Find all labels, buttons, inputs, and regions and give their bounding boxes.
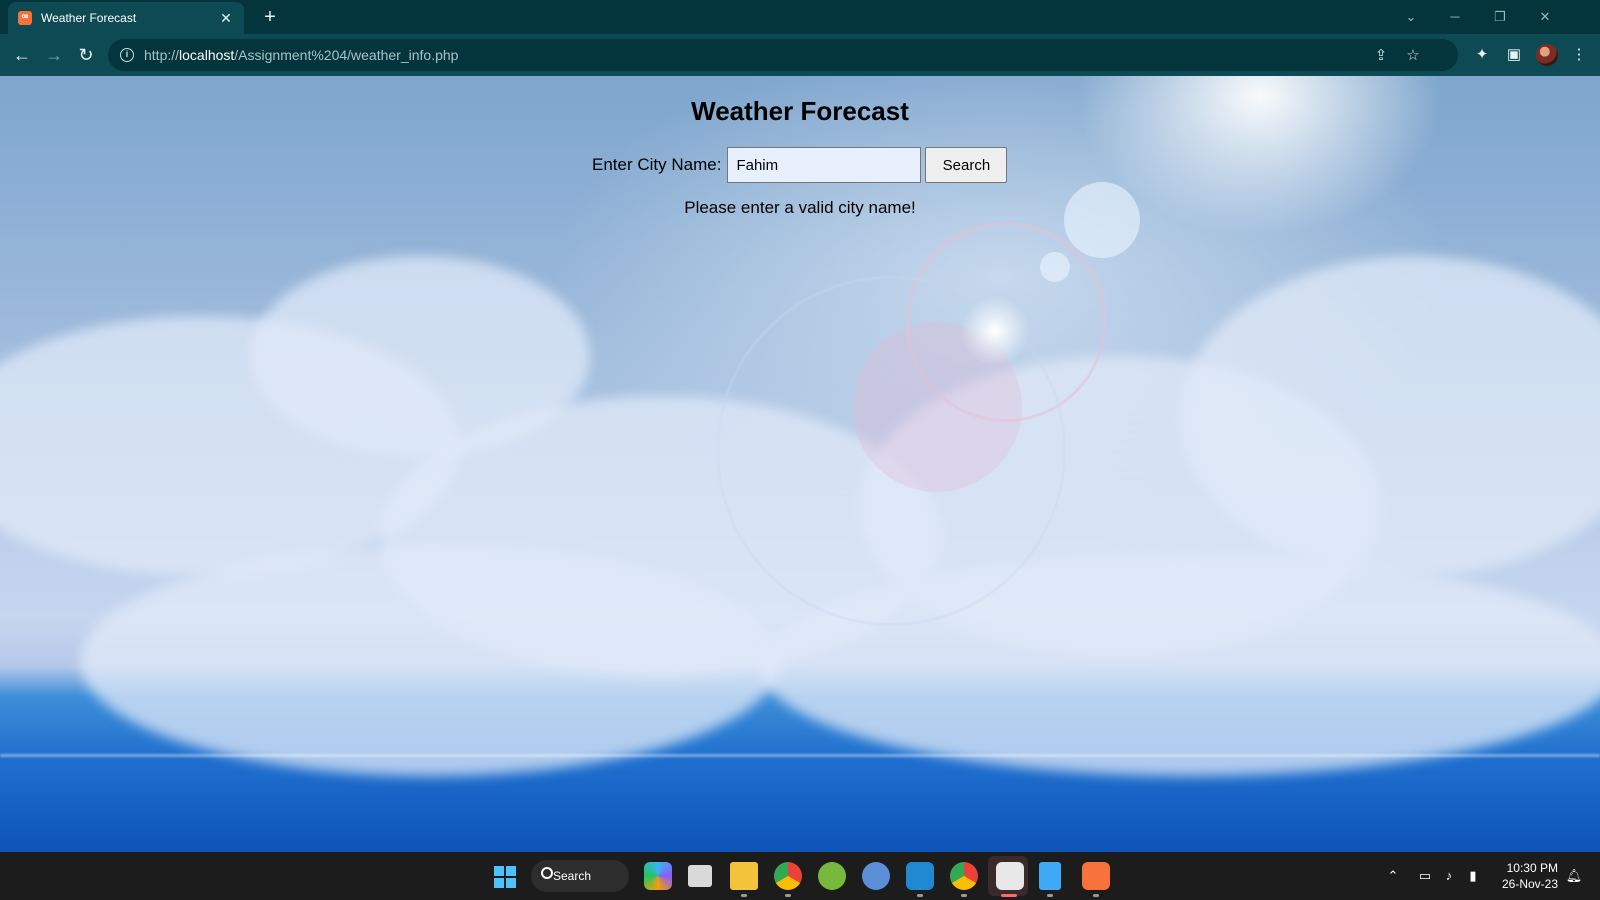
- taskbar-search-label: Search: [553, 869, 592, 883]
- url-path: /Assignment%204/weather_info.php: [234, 47, 459, 63]
- app-running-indicator: [741, 894, 747, 897]
- share-icon[interactable]: ⇪: [1372, 47, 1390, 65]
- notepad-icon[interactable]: [1039, 862, 1061, 890]
- taskbar-clock[interactable]: 10:30 PM 26-Nov-23: [1490, 860, 1558, 892]
- notification-bell-icon[interactable]: 🔔︎: [1565, 867, 1583, 885]
- address-bar[interactable]: i http://localhost/Assignment%204/weathe…: [108, 39, 1458, 71]
- search-button[interactable]: Search: [925, 147, 1008, 183]
- sun-decoration: [960, 296, 1030, 366]
- app-running-indicator: [917, 894, 923, 897]
- url-text[interactable]: http://localhost/Assignment%204/weather_…: [144, 47, 458, 63]
- tab-title: Weather Forecast: [41, 11, 137, 25]
- copilot-icon[interactable]: [644, 862, 672, 890]
- forward-arrow-icon[interactable]: →: [42, 43, 66, 67]
- task-view-icon[interactable]: [688, 865, 712, 887]
- xampp-icon[interactable]: [1082, 862, 1110, 890]
- avatar[interactable]: [1536, 44, 1558, 66]
- browser-toolbar: ← → ↻ i http://localhost/Assignment%204/…: [0, 34, 1600, 76]
- app-running-indicator: [961, 894, 967, 897]
- xampp-icon: ꟹ: [18, 11, 32, 25]
- url-prefix: http://: [144, 47, 180, 63]
- volume-icon[interactable]: ♪: [1440, 867, 1458, 885]
- tab-close-icon[interactable]: ✕: [218, 10, 234, 26]
- search-icon: [541, 867, 553, 879]
- horizon-decoration: [0, 754, 1600, 757]
- minimize-button[interactable]: ─: [1440, 6, 1470, 28]
- app-active-indicator: [1001, 894, 1017, 897]
- side-panel-icon[interactable]: ▣: [1504, 45, 1524, 65]
- browser-tab-strip: ꟹ Weather Forecast ✕ + ⌄ ─ ❐ ✕: [0, 0, 1600, 34]
- utorrent-icon[interactable]: [818, 862, 846, 890]
- qbittorrent-icon[interactable]: [862, 862, 890, 890]
- app-running-indicator: [1093, 894, 1099, 897]
- lens-flare-decoration: [1064, 182, 1140, 258]
- reload-icon[interactable]: ↻: [74, 43, 98, 67]
- city-name-label: Enter City Name:: [592, 155, 722, 174]
- clock-time: 10:30 PM: [1506, 861, 1558, 875]
- restore-button[interactable]: ❐: [1485, 6, 1515, 28]
- tab-weather-forecast[interactable]: ꟹ Weather Forecast ✕: [8, 2, 244, 34]
- cloud-decoration: [80, 546, 780, 776]
- network-icon[interactable]: ▭: [1416, 867, 1434, 885]
- chrome-icon[interactable]: [774, 862, 802, 890]
- snipping-tool-icon[interactable]: [996, 862, 1024, 890]
- validation-message: Please enter a valid city name!: [684, 198, 916, 217]
- puzzle-icon[interactable]: ✦: [1472, 45, 1492, 65]
- chrome-profile-icon[interactable]: [950, 862, 978, 890]
- page-title: Weather Forecast: [691, 96, 909, 126]
- kebab-menu-icon[interactable]: ⋮: [1569, 45, 1589, 65]
- windows-start-icon[interactable]: [494, 866, 516, 888]
- star-icon[interactable]: ☆: [1404, 47, 1422, 65]
- city-name-input[interactable]: [727, 147, 922, 183]
- page-viewport: Weather Forecast Enter City Name: Search…: [0, 76, 1600, 852]
- url-host: localhost: [179, 47, 235, 63]
- city-search-form: Enter City Name: Search: [592, 147, 1008, 183]
- clock-date: 26-Nov-23: [1501, 877, 1558, 891]
- info-icon[interactable]: i: [120, 48, 134, 62]
- app-running-indicator: [1047, 894, 1053, 897]
- new-tab-button[interactable]: +: [259, 6, 281, 28]
- windows-taskbar: Search ⌃ ▭ ♪ ▮ 10:30 PM 26-Nov-23 🔔︎: [0, 852, 1600, 900]
- close-window-button[interactable]: ✕: [1530, 6, 1560, 28]
- battery-icon[interactable]: ▮: [1464, 867, 1482, 885]
- lens-flare-decoration: [1040, 252, 1070, 282]
- app-running-indicator: [785, 894, 791, 897]
- vscode-icon[interactable]: [906, 862, 934, 890]
- taskbar-search-button[interactable]: Search: [531, 860, 629, 892]
- file-explorer-icon[interactable]: [730, 862, 758, 890]
- back-arrow-icon[interactable]: ←: [10, 43, 34, 67]
- tab-search-chevron-icon[interactable]: ⌄: [1396, 6, 1426, 28]
- chevron-up-icon[interactable]: ⌃: [1384, 867, 1402, 885]
